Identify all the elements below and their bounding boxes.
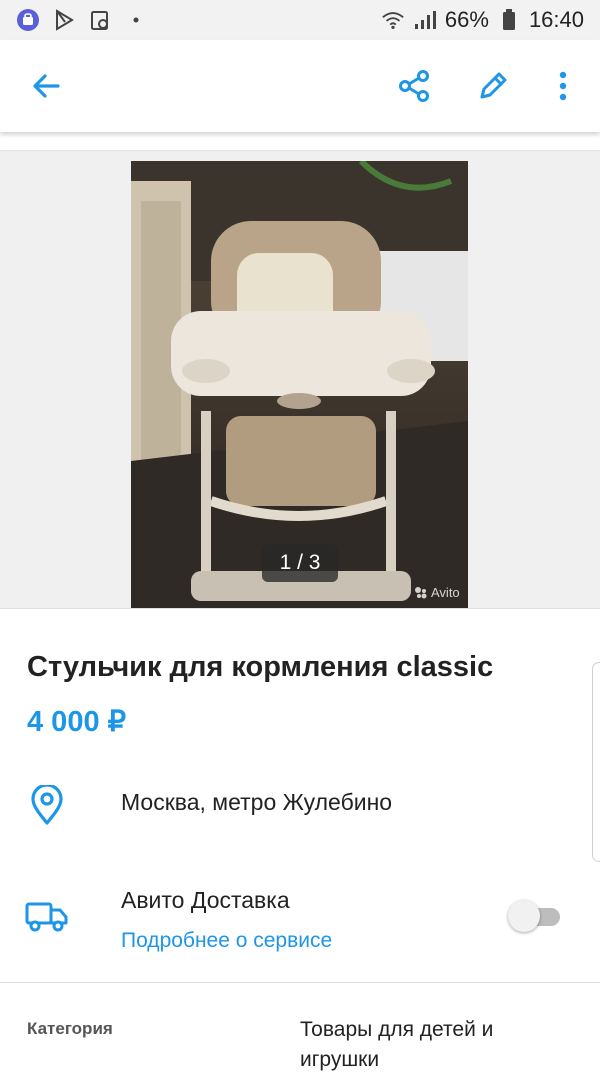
listing-title: Стульчик для кормления classic <box>27 651 494 683</box>
clock: 16:40 <box>528 7 584 32</box>
delivery-toggle[interactable] <box>508 899 562 933</box>
avito-watermark: Avito <box>414 585 460 600</box>
edge-panel-handle[interactable] <box>592 662 600 862</box>
wifi-icon <box>381 8 405 32</box>
toolbar <box>0 40 600 132</box>
messenger-icon <box>16 8 40 32</box>
more-button[interactable] <box>543 66 583 106</box>
listing-price: 4 000 ₽ <box>27 706 127 738</box>
share-button[interactable] <box>394 66 434 106</box>
delivery-title: Авито Доставка <box>121 887 290 913</box>
battery-icon <box>497 8 521 32</box>
back-arrow-icon <box>33 74 60 98</box>
avito-logo-icon <box>415 586 427 598</box>
listing-location[interactable]: Москва, метро Жулебино <box>121 789 392 816</box>
delivery-truck-icon <box>25 902 68 932</box>
play-store-icon <box>52 8 76 32</box>
signal-icon <box>413 8 437 32</box>
photo-counter: 1 / 3 <box>262 544 338 582</box>
notification-dot <box>124 8 148 32</box>
listing-details: Стульчик для кормления classic 4 000 ₽ М… <box>0 608 600 1071</box>
watermark-text: Avito <box>431 585 460 600</box>
back-button[interactable] <box>26 66 66 106</box>
calendar-icon <box>88 8 112 32</box>
share-icon <box>399 70 429 102</box>
delivery-info-link[interactable]: Подробнее о сервисе <box>121 929 332 953</box>
listing-photo[interactable] <box>131 161 468 609</box>
photo-gallery[interactable]: 1 / 3 Avito <box>0 150 600 609</box>
toggle-knob <box>508 900 540 932</box>
edit-pencil-icon <box>480 72 507 99</box>
location-pin-icon <box>31 785 63 825</box>
battery-percent: 66% <box>444 7 489 32</box>
section-divider <box>0 982 600 983</box>
status-bar: 66% 16:40 <box>0 0 600 40</box>
more-vertical-icon <box>559 71 567 101</box>
category-label: Категория <box>27 1019 113 1038</box>
edit-button[interactable] <box>473 66 513 106</box>
category-value: Товары для детей и игрушки <box>300 1018 494 1071</box>
